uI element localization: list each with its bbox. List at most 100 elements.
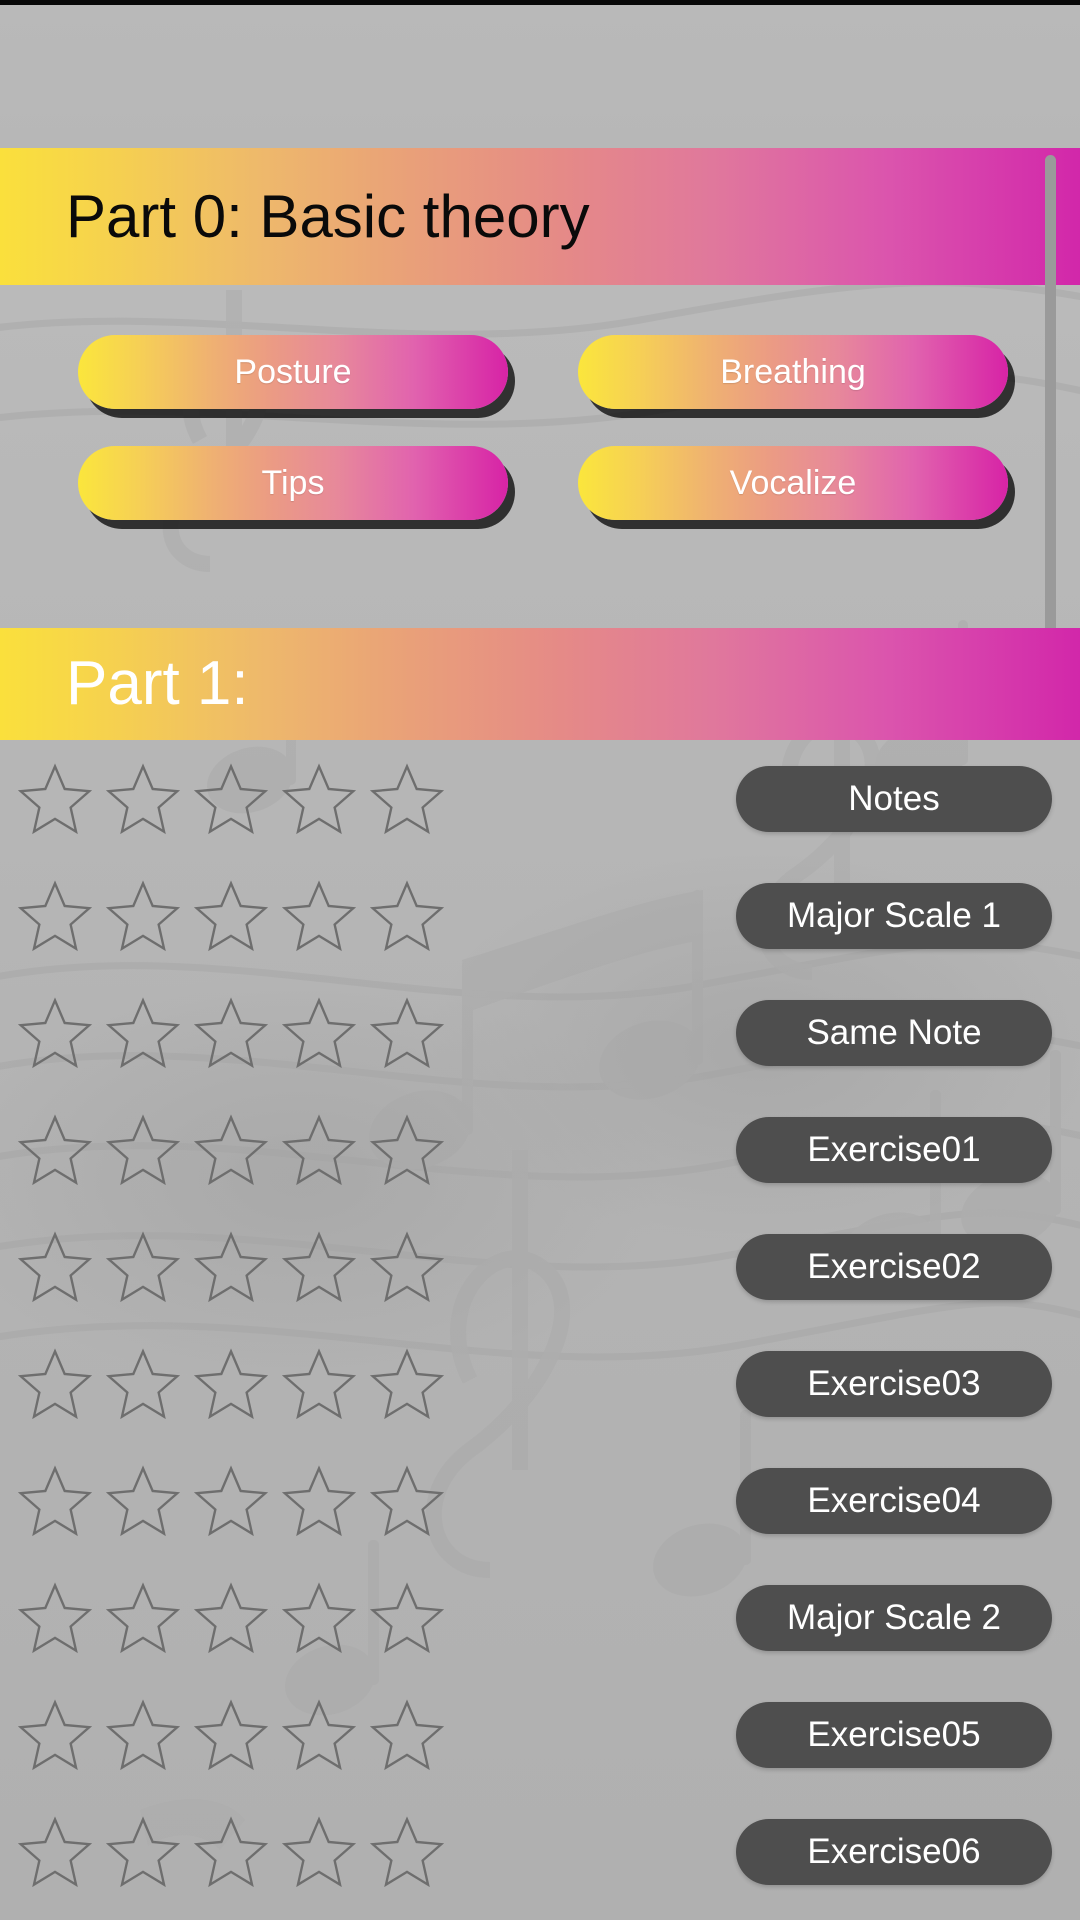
- exercise-button-label: Exercise06: [807, 1831, 981, 1871]
- exercise-button-label: Notes: [848, 778, 940, 818]
- exercise-button[interactable]: Exercise02: [736, 1233, 1052, 1300]
- star-rating[interactable]: [18, 1581, 444, 1654]
- star-outline-icon[interactable]: [194, 762, 268, 835]
- star-outline-icon[interactable]: [282, 996, 356, 1069]
- star-outline-icon[interactable]: [106, 1581, 180, 1654]
- exercise-button[interactable]: Major Scale 2: [736, 1584, 1052, 1651]
- posture-button[interactable]: Posture: [78, 335, 508, 409]
- star-outline-icon[interactable]: [194, 1815, 268, 1888]
- star-outline-icon[interactable]: [18, 1230, 92, 1303]
- part0-button-grid: Posture Breathing Tips Vocalize: [78, 335, 1008, 520]
- star-outline-icon[interactable]: [106, 762, 180, 835]
- list-item: Exercise04: [0, 1442, 1080, 1559]
- star-outline-icon[interactable]: [194, 1464, 268, 1537]
- exercise-button[interactable]: Exercise03: [736, 1350, 1052, 1417]
- status-bar-area: [0, 5, 1080, 148]
- star-outline-icon[interactable]: [282, 1815, 356, 1888]
- star-outline-icon[interactable]: [194, 1698, 268, 1771]
- list-item: Notes: [0, 740, 1080, 857]
- exercise-button[interactable]: Major Scale 1: [736, 882, 1052, 949]
- star-rating[interactable]: [18, 996, 444, 1069]
- star-outline-icon[interactable]: [282, 1230, 356, 1303]
- star-outline-icon[interactable]: [106, 1113, 180, 1186]
- star-outline-icon[interactable]: [370, 1230, 444, 1303]
- star-rating[interactable]: [18, 762, 444, 835]
- exercise-button[interactable]: Same Note: [736, 999, 1052, 1066]
- star-outline-icon[interactable]: [106, 1698, 180, 1771]
- exercise-button[interactable]: Exercise04: [736, 1467, 1052, 1534]
- star-outline-icon[interactable]: [370, 1113, 444, 1186]
- exercise-button-label: Major Scale 2: [787, 1597, 1001, 1637]
- exercise-button[interactable]: Exercise06: [736, 1818, 1052, 1885]
- star-rating[interactable]: [18, 879, 444, 952]
- star-outline-icon[interactable]: [282, 1581, 356, 1654]
- star-outline-icon[interactable]: [194, 1581, 268, 1654]
- star-outline-icon[interactable]: [370, 1464, 444, 1537]
- exercise-button-label: Exercise05: [807, 1714, 981, 1754]
- star-outline-icon[interactable]: [18, 762, 92, 835]
- part0-title: Part 0: Basic theory: [66, 182, 590, 250]
- tips-button[interactable]: Tips: [78, 446, 508, 520]
- star-outline-icon[interactable]: [18, 1113, 92, 1186]
- star-outline-icon[interactable]: [282, 1698, 356, 1771]
- part0-header: Part 0: Basic theory: [0, 148, 1080, 285]
- star-outline-icon[interactable]: [370, 1815, 444, 1888]
- star-rating[interactable]: [18, 1230, 444, 1303]
- list-item: Same Note: [0, 974, 1080, 1091]
- star-rating[interactable]: [18, 1347, 444, 1420]
- star-outline-icon[interactable]: [282, 1464, 356, 1537]
- star-outline-icon[interactable]: [106, 1464, 180, 1537]
- breathing-button[interactable]: Breathing: [578, 335, 1008, 409]
- exercise-button-label: Exercise03: [807, 1363, 981, 1403]
- star-rating[interactable]: [18, 1698, 444, 1771]
- star-outline-icon[interactable]: [18, 1815, 92, 1888]
- star-outline-icon[interactable]: [106, 879, 180, 952]
- star-outline-icon[interactable]: [106, 1815, 180, 1888]
- star-outline-icon[interactable]: [282, 762, 356, 835]
- star-outline-icon[interactable]: [194, 879, 268, 952]
- vertical-scrollbar[interactable]: [1045, 155, 1056, 641]
- list-item: Exercise06: [0, 1793, 1080, 1910]
- star-outline-icon[interactable]: [370, 879, 444, 952]
- star-outline-icon[interactable]: [18, 1464, 92, 1537]
- star-outline-icon[interactable]: [370, 762, 444, 835]
- star-outline-icon[interactable]: [18, 879, 92, 952]
- star-outline-icon[interactable]: [194, 1113, 268, 1186]
- star-outline-icon[interactable]: [106, 1230, 180, 1303]
- star-outline-icon[interactable]: [370, 1581, 444, 1654]
- list-item: Major Scale 2: [0, 1559, 1080, 1676]
- star-outline-icon[interactable]: [18, 1698, 92, 1771]
- star-outline-icon[interactable]: [282, 879, 356, 952]
- part0-scroll-view[interactable]: Posture Breathing Tips Vocalize: [0, 285, 1080, 628]
- star-outline-icon[interactable]: [18, 996, 92, 1069]
- star-outline-icon[interactable]: [18, 1347, 92, 1420]
- exercise-button-label: Major Scale 1: [787, 895, 1001, 935]
- exercise-button-label: Exercise02: [807, 1246, 981, 1286]
- exercise-button[interactable]: Exercise01: [736, 1116, 1052, 1183]
- list-item: Exercise01: [0, 1091, 1080, 1208]
- exercise-button-label: Exercise01: [807, 1129, 981, 1169]
- part1-title: Part 1:: [66, 649, 249, 718]
- star-rating[interactable]: [18, 1464, 444, 1537]
- list-item: Major Scale 1: [0, 857, 1080, 974]
- part1-exercise-list: Notes Major Scale 1 Same Note Exercise01 Exe…: [0, 740, 1080, 1920]
- exercise-button-label: Same Note: [806, 1012, 982, 1052]
- star-outline-icon[interactable]: [282, 1113, 356, 1186]
- star-outline-icon[interactable]: [106, 1347, 180, 1420]
- exercise-button[interactable]: Exercise05: [736, 1701, 1052, 1768]
- star-outline-icon[interactable]: [370, 996, 444, 1069]
- star-outline-icon[interactable]: [18, 1581, 92, 1654]
- star-rating[interactable]: [18, 1815, 444, 1888]
- exercise-button[interactable]: Notes: [736, 765, 1052, 832]
- star-outline-icon[interactable]: [282, 1347, 356, 1420]
- star-outline-icon[interactable]: [194, 1347, 268, 1420]
- vocalize-button[interactable]: Vocalize: [578, 446, 1008, 520]
- star-outline-icon[interactable]: [370, 1347, 444, 1420]
- star-outline-icon[interactable]: [194, 996, 268, 1069]
- star-outline-icon[interactable]: [194, 1230, 268, 1303]
- star-outline-icon[interactable]: [106, 996, 180, 1069]
- star-rating[interactable]: [18, 1113, 444, 1186]
- list-item: Exercise05: [0, 1676, 1080, 1793]
- part1-header: Part 1:: [0, 628, 1080, 740]
- star-outline-icon[interactable]: [370, 1698, 444, 1771]
